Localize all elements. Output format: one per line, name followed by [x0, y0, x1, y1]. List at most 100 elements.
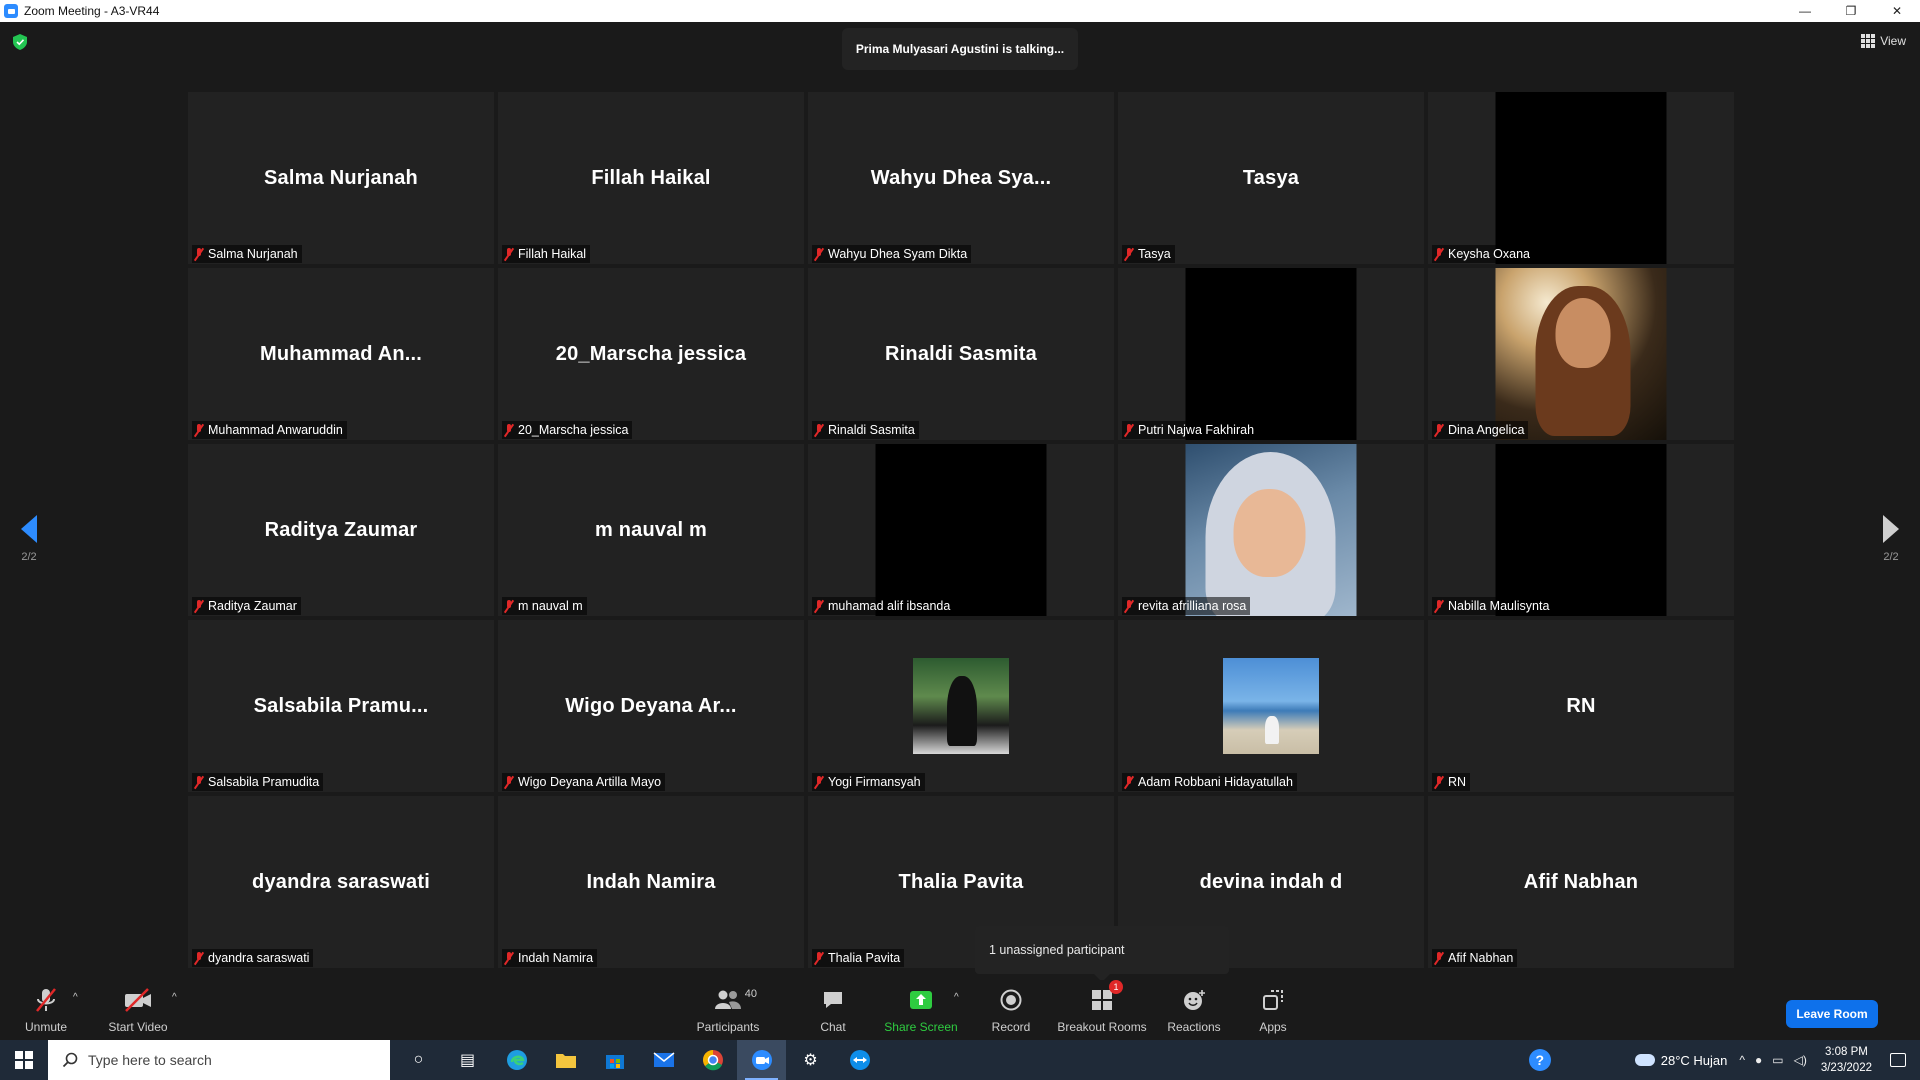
- task-view-icon[interactable]: ▤: [443, 1040, 492, 1080]
- weather-widget[interactable]: 28°C Hujan: [1634, 1053, 1727, 1068]
- participant-tile[interactable]: Fillah Haikal Fillah Haikal: [498, 92, 804, 264]
- encryption-shield-icon[interactable]: [13, 34, 27, 50]
- restore-button[interactable]: ❐: [1828, 0, 1874, 22]
- participant-tile[interactable]: Muhammad An... Muhammad Anwaruddin: [188, 268, 494, 440]
- participant-tile[interactable]: Afif Nabhan Afif Nabhan: [1428, 796, 1734, 968]
- participant-tile[interactable]: Salsabila Pramu... Salsabila Pramudita: [188, 620, 494, 792]
- participant-name-text: dyandra saraswati: [208, 951, 310, 965]
- participant-tile[interactable]: Keysha Oxana: [1428, 92, 1734, 264]
- participant-name-label: Muhammad Anwaruddin: [192, 421, 347, 439]
- participant-name-label: RN: [1432, 773, 1471, 791]
- network-icon[interactable]: ▭: [1772, 1053, 1783, 1067]
- participant-name-text: Nabilla Maulisynta: [1448, 599, 1550, 613]
- muted-mic-icon: [504, 247, 514, 261]
- participant-name-text: Adam Robbani Hidayatullah: [1138, 775, 1293, 789]
- zoom-taskbar-icon[interactable]: [737, 1040, 786, 1080]
- search-placeholder: Type here to search: [88, 1052, 212, 1068]
- participant-tile[interactable]: Wahyu Dhea Sya... Wahyu Dhea Syam Dikta: [808, 92, 1114, 264]
- participant-tile[interactable]: Putri Najwa Fakhirah: [1118, 268, 1424, 440]
- participant-tile[interactable]: Indah Namira Indah Namira: [498, 796, 804, 968]
- muted-mic-icon: [504, 423, 514, 437]
- show-hidden-icons-chevron-icon[interactable]: ^: [1739, 1053, 1745, 1067]
- participant-display-name: Fillah Haikal: [591, 166, 711, 189]
- participant-tile[interactable]: Raditya Zaumar Raditya Zaumar: [188, 444, 494, 616]
- participant-name-label: 20_Marscha jessica: [502, 421, 633, 439]
- muted-mic-icon: [1124, 423, 1134, 437]
- muted-mic-icon: [814, 775, 824, 789]
- share-options-caret-icon[interactable]: ^: [954, 992, 959, 1003]
- record-button[interactable]: Record: [988, 980, 1034, 1040]
- participant-name-label: Indah Namira: [502, 949, 598, 967]
- apps-button[interactable]: Apps: [1254, 980, 1292, 1040]
- help-icon[interactable]: ?: [1528, 1049, 1551, 1071]
- mail-icon[interactable]: [639, 1040, 688, 1080]
- unmute-button[interactable]: Unmute: [18, 980, 74, 1040]
- participant-tile[interactable]: Yogi Firmansyah: [808, 620, 1114, 792]
- chrome-icon[interactable]: [688, 1040, 737, 1080]
- participant-tile[interactable]: muhamad alif ibsanda: [808, 444, 1114, 616]
- chat-button[interactable]: Chat: [812, 980, 854, 1040]
- participant-name-text: Indah Namira: [518, 951, 594, 965]
- chat-bubble-icon: [822, 986, 844, 1014]
- participant-tile[interactable]: Nabilla Maulisynta: [1428, 444, 1734, 616]
- participant-tile[interactable]: m nauval m m nauval m: [498, 444, 804, 616]
- close-button[interactable]: ✕: [1874, 0, 1920, 22]
- participant-name-text: Tasya: [1138, 247, 1171, 261]
- participant-video: [1495, 268, 1667, 440]
- notification-center-icon[interactable]: [1890, 1053, 1906, 1067]
- participant-name-text: Raditya Zaumar: [208, 599, 297, 613]
- participant-tile[interactable]: Salma Nurjanah Salma Nurjanah: [188, 92, 494, 264]
- minimize-button[interactable]: —: [1782, 0, 1828, 22]
- participant-name-text: Rinaldi Sasmita: [828, 423, 915, 437]
- participant-tile[interactable]: dyandra saraswati dyandra saraswati: [188, 796, 494, 968]
- microphone-icon[interactable]: ●: [1755, 1053, 1762, 1067]
- participant-tile[interactable]: Rinaldi Sasmita Rinaldi Sasmita: [808, 268, 1114, 440]
- participant-tile[interactable]: Tasya Tasya: [1118, 92, 1424, 264]
- volume-icon[interactable]: ◁): [1794, 1053, 1807, 1067]
- settings-gear-icon[interactable]: ⚙: [786, 1040, 835, 1080]
- view-button[interactable]: View: [1861, 34, 1906, 48]
- participant-name-text: Fillah Haikal: [518, 247, 587, 261]
- participant-tile[interactable]: revita afrilliana rosa: [1118, 444, 1424, 616]
- participant-tile[interactable]: Adam Robbani Hidayatullah: [1118, 620, 1424, 792]
- page-indicator-right: 2/2: [1883, 551, 1899, 563]
- participants-button[interactable]: 40 Participants: [692, 980, 764, 1040]
- microsoft-store-icon[interactable]: [590, 1040, 639, 1080]
- participant-video: [1185, 268, 1357, 440]
- system-tray: ? 28°C Hujan ^ ● ▭ ◁) 3:08 PM 3/23/2022: [1528, 1040, 1920, 1080]
- previous-page-button[interactable]: 2/2: [9, 515, 49, 563]
- participant-name-text: Muhammad Anwaruddin: [208, 423, 343, 437]
- participants-count: 40: [744, 988, 757, 1000]
- participant-video: [1495, 444, 1667, 616]
- participant-name-text: Dina Angelica: [1448, 423, 1525, 437]
- participant-tile[interactable]: RN RN: [1428, 620, 1734, 792]
- share-screen-button[interactable]: Share Screen: [884, 980, 958, 1040]
- edge-browser-icon[interactable]: [492, 1040, 541, 1080]
- share-screen-arrow-icon: [909, 986, 933, 1014]
- participant-name-label: Putri Najwa Fakhirah: [1122, 421, 1259, 439]
- reactions-button[interactable]: Reactions: [1164, 980, 1224, 1040]
- breakout-rooms-icon: 1: [1091, 980, 1123, 1014]
- participant-tile[interactable]: Wigo Deyana Ar... Wigo Deyana Artilla May…: [498, 620, 804, 792]
- participant-display-name: Raditya Zaumar: [264, 518, 418, 541]
- next-page-button[interactable]: 2/2: [1871, 515, 1911, 563]
- participant-tile[interactable]: Dina Angelica: [1428, 268, 1734, 440]
- muted-mic-icon: [194, 599, 204, 613]
- breakout-rooms-button[interactable]: 1 Breakout Rooms: [1056, 980, 1148, 1040]
- teamviewer-icon[interactable]: [835, 1040, 884, 1080]
- participant-display-name: Salsabila Pramu...: [253, 694, 429, 717]
- muted-mic-icon: [1434, 599, 1444, 613]
- participant-name-label: Fillah Haikal: [502, 245, 591, 263]
- start-video-button[interactable]: Start Video: [106, 980, 170, 1040]
- participant-tile[interactable]: 20_Marscha jessica 20_Marscha jessica: [498, 268, 804, 440]
- participant-name-label: Tasya: [1122, 245, 1175, 263]
- cortana-icon[interactable]: ○: [394, 1040, 443, 1080]
- taskbar-search-box[interactable]: Type here to search: [48, 1040, 390, 1080]
- audio-options-caret-icon[interactable]: ^: [73, 992, 78, 1003]
- file-explorer-icon[interactable]: [541, 1040, 590, 1080]
- clock[interactable]: 3:08 PM 3/23/2022: [1821, 1044, 1872, 1076]
- windows-logo-icon: [15, 1051, 33, 1069]
- video-options-caret-icon[interactable]: ^: [172, 992, 177, 1003]
- leave-room-button[interactable]: Leave Room: [1786, 1000, 1878, 1028]
- start-button[interactable]: [0, 1040, 48, 1080]
